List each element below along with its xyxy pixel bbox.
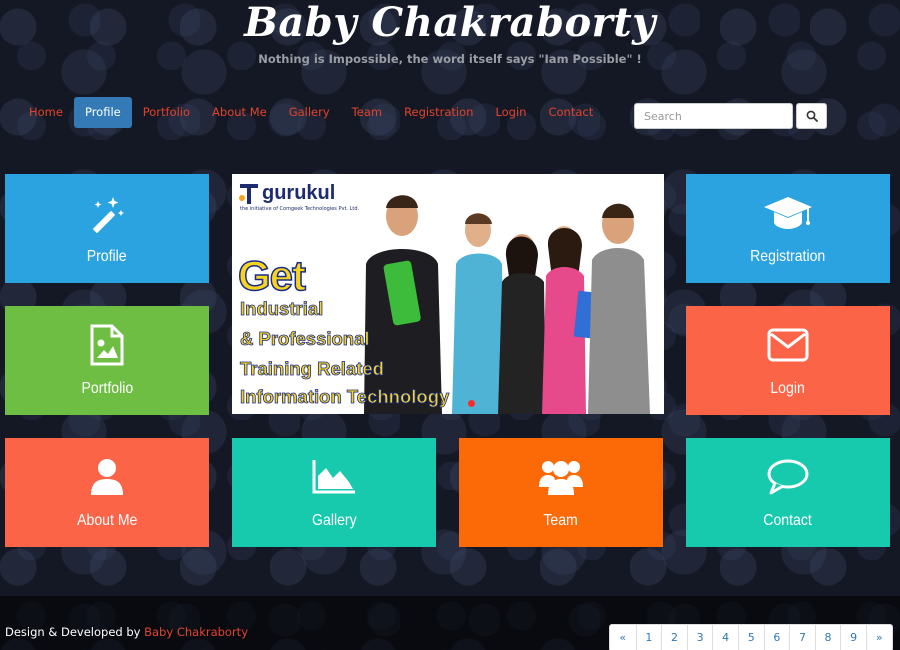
tile-label: Registration xyxy=(750,247,826,265)
nav-home[interactable]: Home xyxy=(18,97,74,128)
users-icon xyxy=(539,456,583,498)
tile-label: Portfolio xyxy=(81,379,133,397)
site-title: Baby Chakraborty xyxy=(244,0,656,46)
main-nav: Home Profile Portfolio About Me Gallery … xyxy=(18,97,604,128)
tile-registration[interactable]: Registration xyxy=(686,174,890,283)
nav-about-me[interactable]: About Me xyxy=(201,97,278,128)
site-tagline: Nothing is Impossible, the word itself s… xyxy=(258,52,642,66)
tile-gallery[interactable]: Gallery xyxy=(232,438,436,547)
carousel-indicator[interactable] xyxy=(468,400,475,407)
tile-portfolio[interactable]: Portfolio xyxy=(5,306,209,415)
nav-profile[interactable]: Profile xyxy=(73,97,132,128)
pagination: « 1 2 3 4 5 6 7 8 9 » xyxy=(609,624,893,650)
pagination-page[interactable]: 6 xyxy=(763,625,790,650)
footer-credit: Design & Developed by Baby Chakraborty xyxy=(5,625,248,639)
nav-gallery[interactable]: Gallery xyxy=(278,97,341,128)
envelope-icon xyxy=(767,324,809,366)
banner-line: & Professional xyxy=(240,328,370,350)
search-icon xyxy=(806,110,818,122)
search-button[interactable] xyxy=(796,103,827,129)
nav-portfolio[interactable]: Portfolio xyxy=(132,97,201,128)
pagination-page[interactable]: 2 xyxy=(661,625,687,650)
tile-label: Team xyxy=(543,511,579,529)
magic-wand-icon xyxy=(87,192,127,234)
footer-author-link[interactable]: Baby Chakraborty xyxy=(144,625,248,639)
pagination-page[interactable]: 7 xyxy=(789,625,815,650)
tile-contact[interactable]: Contact xyxy=(686,438,890,547)
pagination-prev[interactable]: « xyxy=(610,625,636,650)
tile-label: Gallery xyxy=(311,511,357,529)
pagination-page[interactable]: 3 xyxy=(686,625,713,650)
banner-line: Industrial xyxy=(240,298,324,320)
tile-about-me[interactable]: About Me xyxy=(5,438,209,547)
graduation-cap-icon xyxy=(762,192,814,234)
banner-line: Training Related xyxy=(240,358,385,380)
tile-label: Contact xyxy=(763,511,813,529)
nav-login[interactable]: Login xyxy=(484,97,537,128)
pagination-page[interactable]: 5 xyxy=(737,625,764,650)
search-input[interactable] xyxy=(634,103,793,129)
nav-registration[interactable]: Registration xyxy=(393,97,484,128)
pagination-page[interactable]: 1 xyxy=(635,625,662,650)
speech-bubble-icon xyxy=(766,456,810,498)
pagination-page[interactable]: 4 xyxy=(712,625,738,650)
search-form xyxy=(634,103,827,129)
nav-team[interactable]: Team xyxy=(341,97,393,128)
tile-label: About Me xyxy=(76,511,138,529)
banner-headline: Get xyxy=(237,251,307,300)
pagination-page[interactable]: 8 xyxy=(814,625,841,650)
pagination-page[interactable]: 9 xyxy=(840,625,866,650)
area-chart-icon xyxy=(311,456,357,498)
tile-profile[interactable]: Profile xyxy=(5,174,209,283)
user-icon xyxy=(89,456,125,498)
promo-banner: gurukul the initiative of Comgeek Techno… xyxy=(232,174,664,414)
footer-prefix: Design & Developed by xyxy=(5,625,145,639)
pagination-next[interactable]: » xyxy=(865,625,892,650)
nav-contact[interactable]: Contact xyxy=(537,97,604,128)
image-file-icon xyxy=(89,324,125,366)
banner-line: Information Technology xyxy=(240,386,450,408)
tile-login[interactable]: Login xyxy=(686,306,890,415)
tile-label: Login xyxy=(770,379,806,397)
tile-team[interactable]: Team xyxy=(459,438,663,547)
tile-label: Profile xyxy=(87,247,127,265)
